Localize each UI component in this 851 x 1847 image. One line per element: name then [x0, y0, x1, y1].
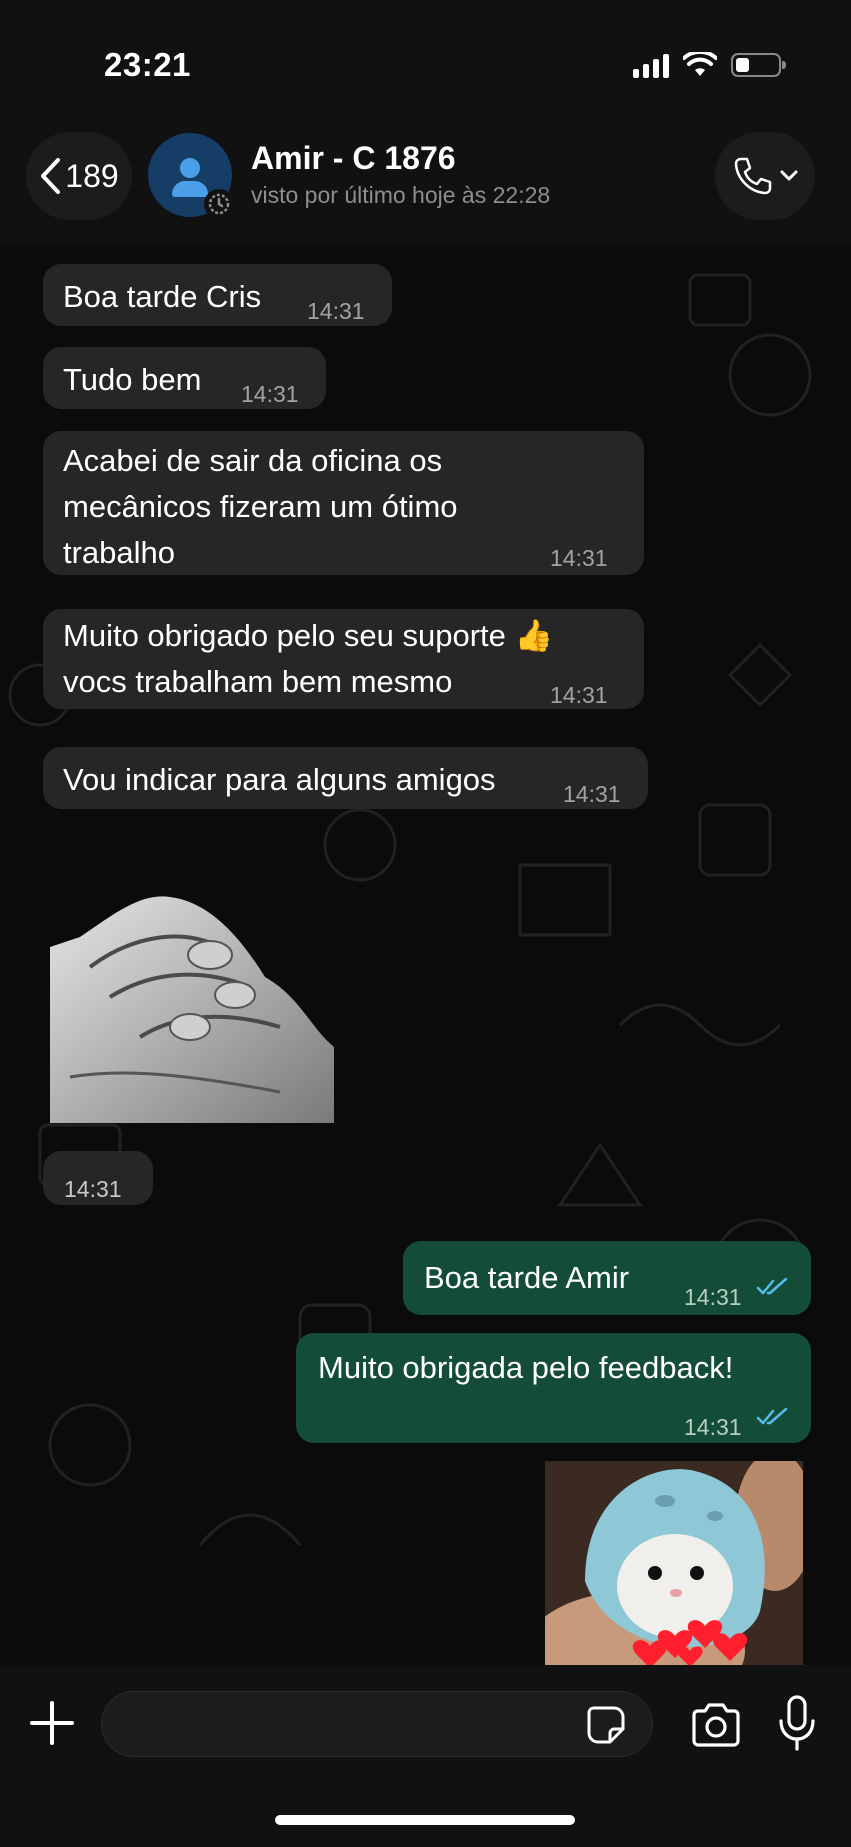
call-button[interactable] [715, 132, 815, 220]
incoming-message[interactable]: Tudo bem 14:31 [43, 347, 326, 409]
outgoing-message[interactable]: Boa tarde Amir 14:31 [403, 1241, 811, 1315]
incoming-message[interactable]: Acabei de sair da oficina os mecânicos f… [43, 431, 644, 575]
outgoing-message[interactable]: Muito obrigada pelo feedback! 14:31 [296, 1333, 811, 1443]
battery-icon [731, 53, 786, 77]
chat-messages-area[interactable]: Boa tarde Cris 14:31 Tudo bem 14:31 Acab… [0, 245, 851, 1665]
incoming-message[interactable]: Vou indicar para alguns amigos 14:31 [43, 747, 648, 809]
message-text: Muito obrigado pelo seu suporte 👍 vocs t… [63, 618, 554, 699]
message-input-bar [0, 1665, 851, 1847]
message-time: 14:31 [563, 781, 621, 807]
last-seen-status: visto por último hoje às 22:28 [251, 182, 551, 208]
message-time: 14:31 [684, 1414, 742, 1440]
back-button[interactable]: 189 [26, 132, 132, 220]
back-unread-count: 189 [65, 157, 119, 194]
incoming-message[interactable]: Muito obrigado pelo seu suporte 👍 vocs t… [43, 609, 644, 709]
back-chevron-icon [41, 158, 61, 194]
contact-avatar-icon[interactable] [148, 133, 234, 219]
cellular-signal-icon [633, 52, 669, 78]
message-time: 14:31 [550, 682, 608, 708]
sticker-hamster[interactable] [545, 1461, 803, 1665]
plus-icon[interactable] [30, 1701, 74, 1745]
camera-icon[interactable] [690, 1703, 742, 1747]
contact-name[interactable]: Amir - C 1876 [251, 140, 456, 177]
status-icons [633, 52, 786, 78]
sticker-timestamp: 14:31 [43, 1151, 153, 1205]
home-indicator[interactable] [275, 1815, 575, 1825]
message-text: Tudo bem [63, 362, 202, 397]
message-time: 14:31 [684, 1284, 742, 1310]
message-time: 14:31 [241, 381, 299, 407]
sticker-icon[interactable] [586, 1705, 626, 1745]
status-bar: 23:21 [0, 0, 851, 130]
wifi-icon [683, 52, 717, 76]
chevron-down-icon [780, 170, 798, 181]
message-text: Boa tarde Cris [63, 279, 262, 314]
double-check-icon [756, 1277, 788, 1295]
message-time: 14:31 [307, 298, 365, 324]
message-text: Muito obrigada pelo feedback! [318, 1350, 734, 1385]
status-time: 23:21 [104, 46, 191, 83]
message-input[interactable] [101, 1691, 653, 1757]
double-check-icon [756, 1407, 788, 1425]
disappearing-timer-icon [204, 189, 234, 219]
message-text: Acabei de sair da oficina os mecânicos f… [63, 443, 458, 570]
message-time: 14:31 [550, 545, 608, 571]
chat-header: 189 Amir - C 1876 visto por último hoje … [0, 130, 851, 245]
microphone-icon[interactable] [778, 1695, 816, 1751]
message-text: Boa tarde Amir [424, 1260, 630, 1295]
incoming-message[interactable]: Boa tarde Cris 14:31 [43, 264, 392, 326]
sticker-clasped-hands[interactable] [50, 877, 334, 1123]
message-text: Vou indicar para alguns amigos [63, 762, 496, 797]
phone-icon [734, 157, 772, 195]
